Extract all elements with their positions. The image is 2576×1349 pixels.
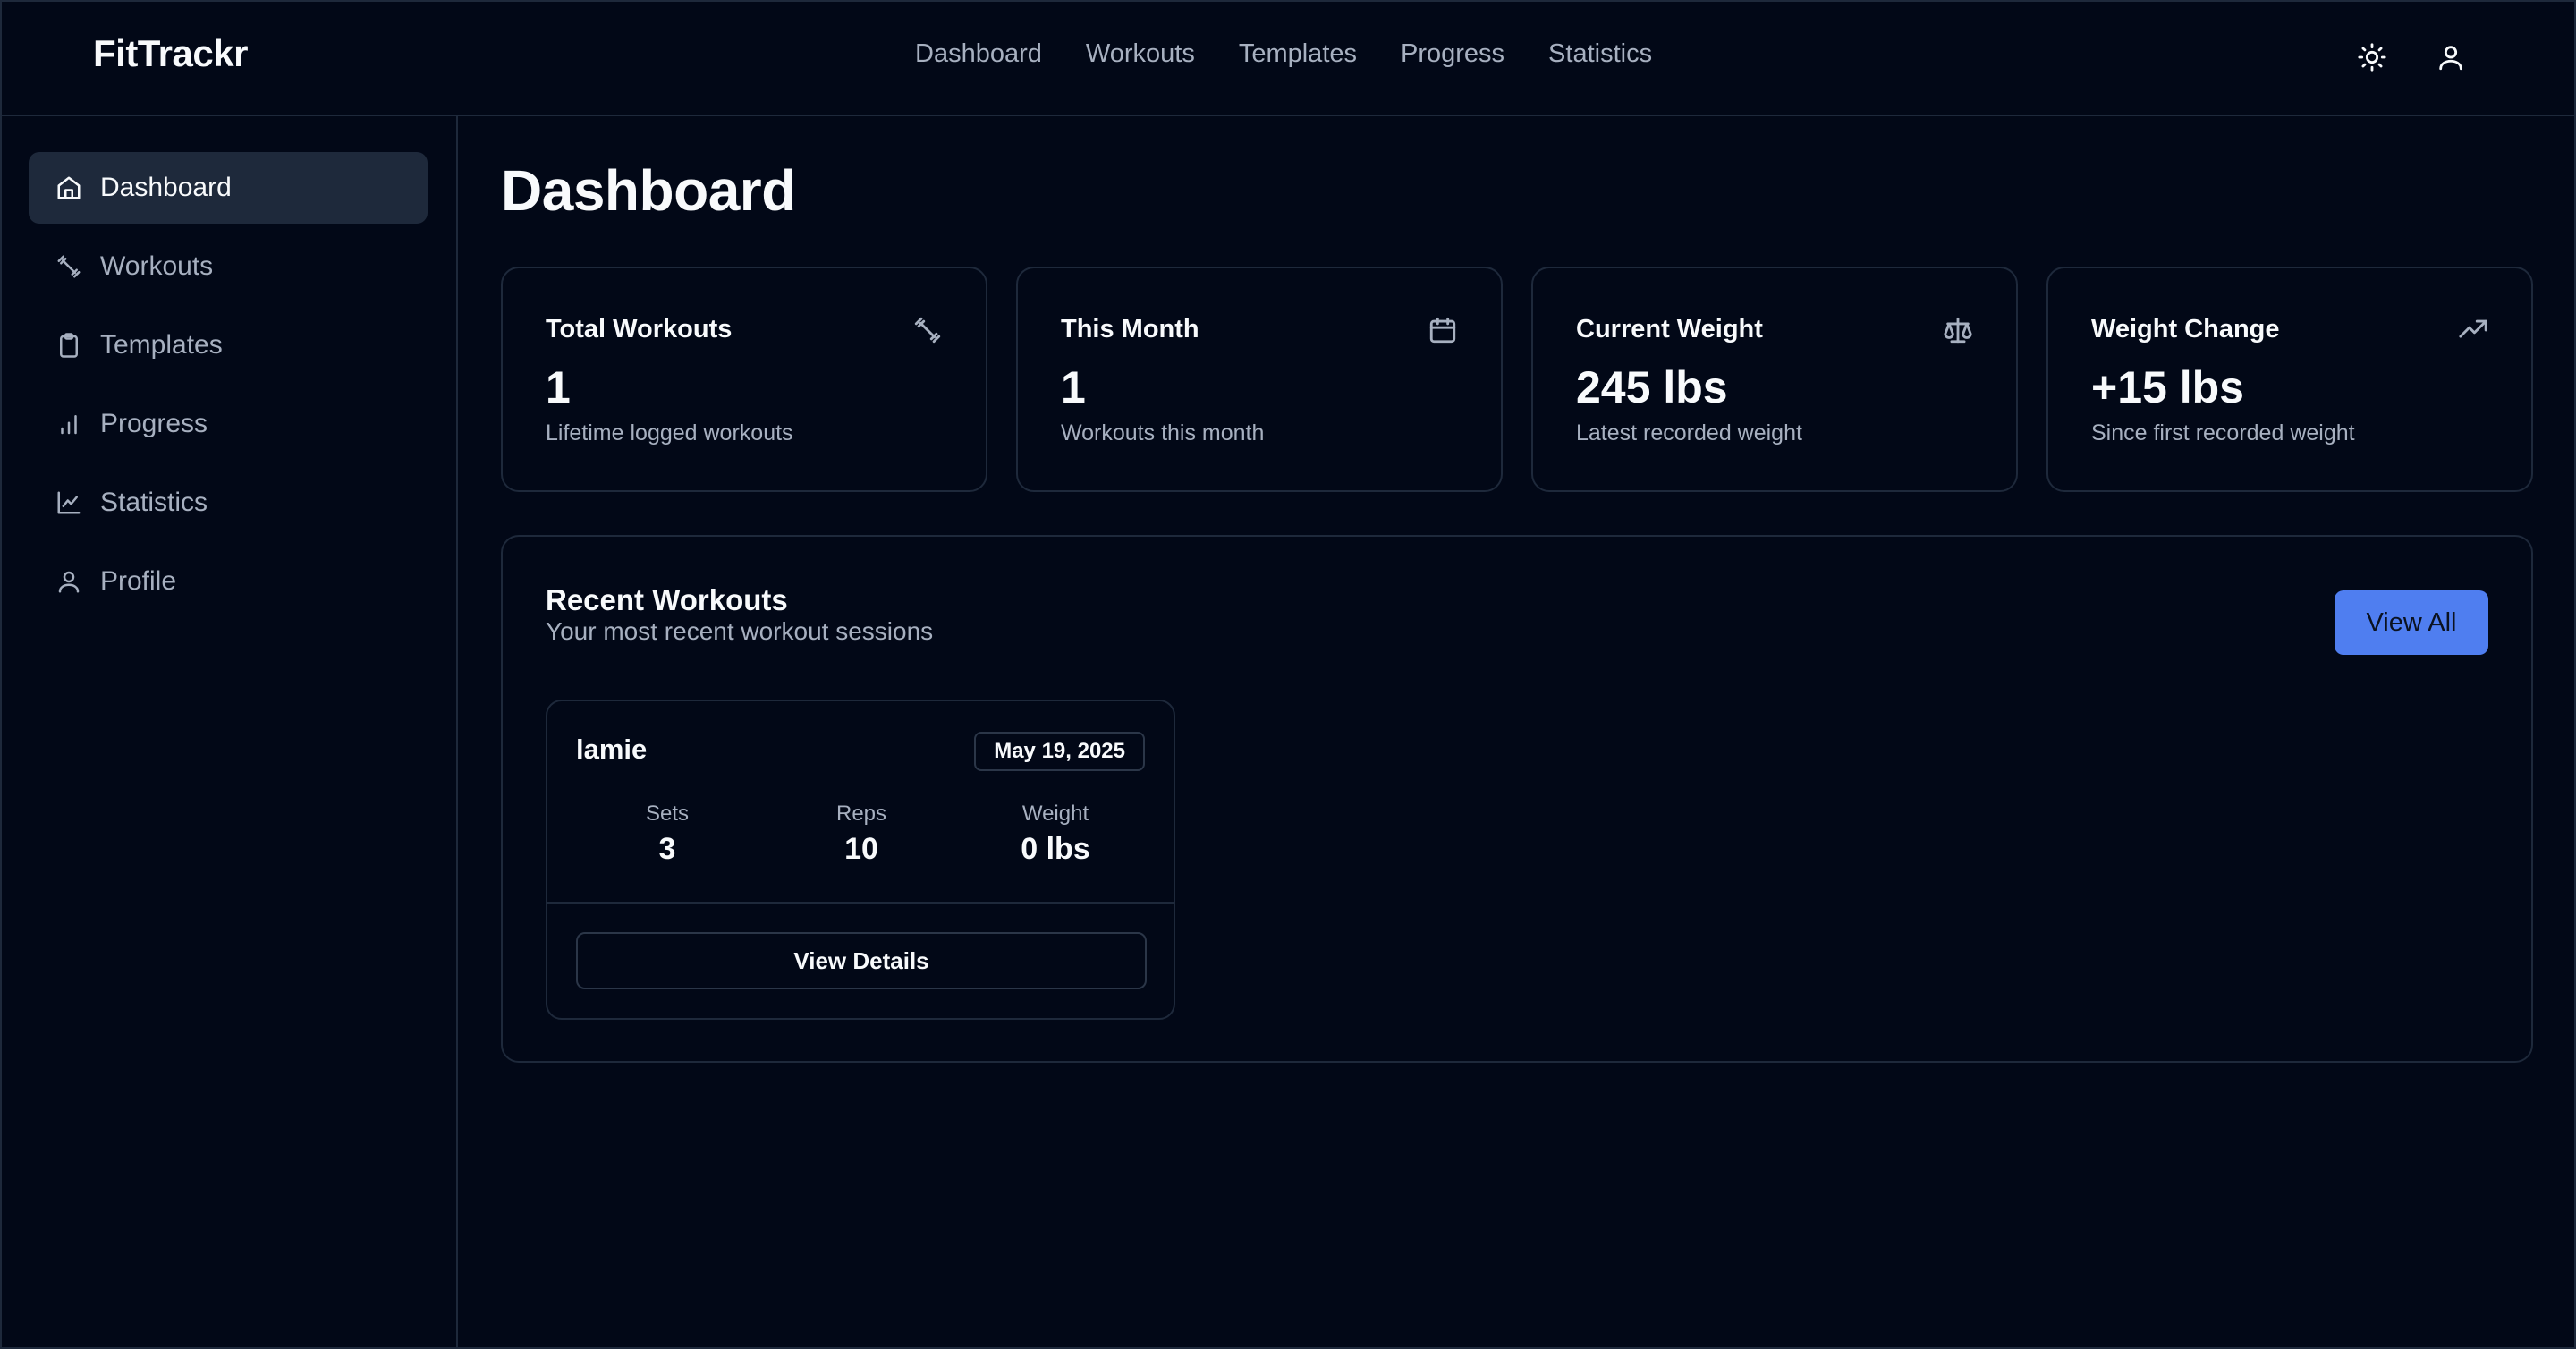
topnav-dashboard[interactable]: Dashboard — [915, 39, 1042, 69]
stat-label: Weight Change — [2091, 315, 2280, 344]
sidebar-item-label: Progress — [100, 409, 208, 438]
workout-name: lamie — [576, 734, 648, 765]
stat-card-current-weight: Current Weight 245 lbs Latest recorded w… — [1531, 267, 2018, 492]
line-chart-icon — [57, 491, 80, 514]
topnav-workouts[interactable]: Workouts — [1086, 39, 1195, 69]
section-subtitle: Your most recent workout sessions — [546, 617, 934, 645]
sidebar-item-dashboard[interactable]: Dashboard — [29, 152, 428, 224]
topnav-progress[interactable]: Progress — [1401, 39, 1504, 69]
stat-card-this-month: This Month 1 Workouts this month — [1016, 267, 1503, 492]
trending-up-icon — [2459, 319, 2487, 338]
metric-label: Sets — [645, 802, 690, 826]
section-title: Recent Workouts — [546, 583, 788, 616]
stat-card-weight-change: Weight Change +15 lbs Since first record… — [2046, 267, 2533, 492]
sidebar-item-progress[interactable]: Progress — [29, 388, 428, 460]
sidebar-item-statistics[interactable]: Statistics — [29, 467, 428, 539]
sidebar-item-label: Dashboard — [100, 173, 232, 202]
metric-value: 0 lbs — [1021, 832, 1090, 866]
home-icon — [57, 176, 80, 199]
stat-value: 1 — [546, 362, 571, 412]
sidebar-item-label: Statistics — [100, 488, 208, 517]
card-divider — [547, 902, 1174, 904]
dumbbell-icon — [57, 255, 80, 278]
metric-sets: Sets 3 — [578, 802, 757, 867]
stat-card-total-workouts: Total Workouts 1 Lifetime logged workout… — [501, 267, 987, 492]
view-details-button[interactable]: View Details — [576, 932, 1147, 989]
metric-label: Weight — [1021, 802, 1089, 826]
sidebar-item-label: Workouts — [100, 251, 214, 281]
scale-icon — [1944, 317, 1972, 344]
user-menu-button[interactable] — [2433, 39, 2469, 75]
sidebar-item-label: Profile — [100, 566, 177, 596]
calendar-icon — [1429, 317, 1456, 344]
brand-logo[interactable]: FitTrackr — [93, 32, 248, 75]
workout-card[interactable]: lamie May 19, 2025 Sets 3 Reps 10 Weight… — [546, 700, 1175, 1020]
sun-icon — [2358, 43, 2386, 72]
sidebar: Dashboard Workouts Templates Progress St… — [0, 116, 458, 1349]
dumbbell-icon — [914, 317, 941, 344]
top-nav: Dashboard Workouts Templates Progress St… — [915, 39, 1652, 69]
stat-value: 1 — [1061, 362, 1086, 412]
metric-reps: Reps 10 — [772, 802, 951, 867]
sidebar-item-profile[interactable]: Profile — [29, 546, 428, 617]
stat-description: Workouts this month — [1061, 420, 1265, 445]
bar-chart-icon — [61, 415, 77, 435]
metric-value: 3 — [658, 832, 676, 866]
clipboard-icon — [60, 333, 78, 358]
theme-toggle-button[interactable] — [2354, 39, 2390, 75]
metric-label: Reps — [835, 802, 887, 826]
sidebar-item-templates[interactable]: Templates — [29, 310, 428, 381]
user-icon — [58, 571, 80, 593]
stat-label: Total Workouts — [546, 315, 733, 344]
stat-label: Current Weight — [1576, 315, 1763, 344]
topnav-statistics[interactable]: Statistics — [1548, 39, 1652, 69]
page-title: Dashboard — [501, 158, 796, 223]
sidebar-item-workouts[interactable]: Workouts — [29, 231, 428, 302]
stat-label: This Month — [1061, 315, 1199, 344]
stat-description: Since first recorded weight — [2091, 420, 2355, 445]
metric-value: 10 — [844, 832, 878, 866]
stat-description: Lifetime logged workouts — [546, 420, 793, 445]
view-all-button[interactable]: View All — [2334, 590, 2488, 655]
sidebar-item-label: Templates — [100, 330, 223, 360]
top-header: FitTrackr Dashboard Workouts Templates P… — [0, 0, 2576, 116]
recent-workouts-panel: Recent Workouts Your most recent workout… — [501, 535, 2533, 1063]
metric-weight: Weight 0 lbs — [966, 802, 1145, 867]
stat-value: 245 lbs — [1576, 362, 1728, 412]
stat-value: +15 lbs — [2091, 362, 2244, 412]
topnav-templates[interactable]: Templates — [1239, 39, 1357, 69]
user-icon — [2439, 46, 2462, 71]
stat-description: Latest recorded weight — [1576, 420, 1802, 445]
date-badge: May 19, 2025 — [974, 732, 1145, 771]
